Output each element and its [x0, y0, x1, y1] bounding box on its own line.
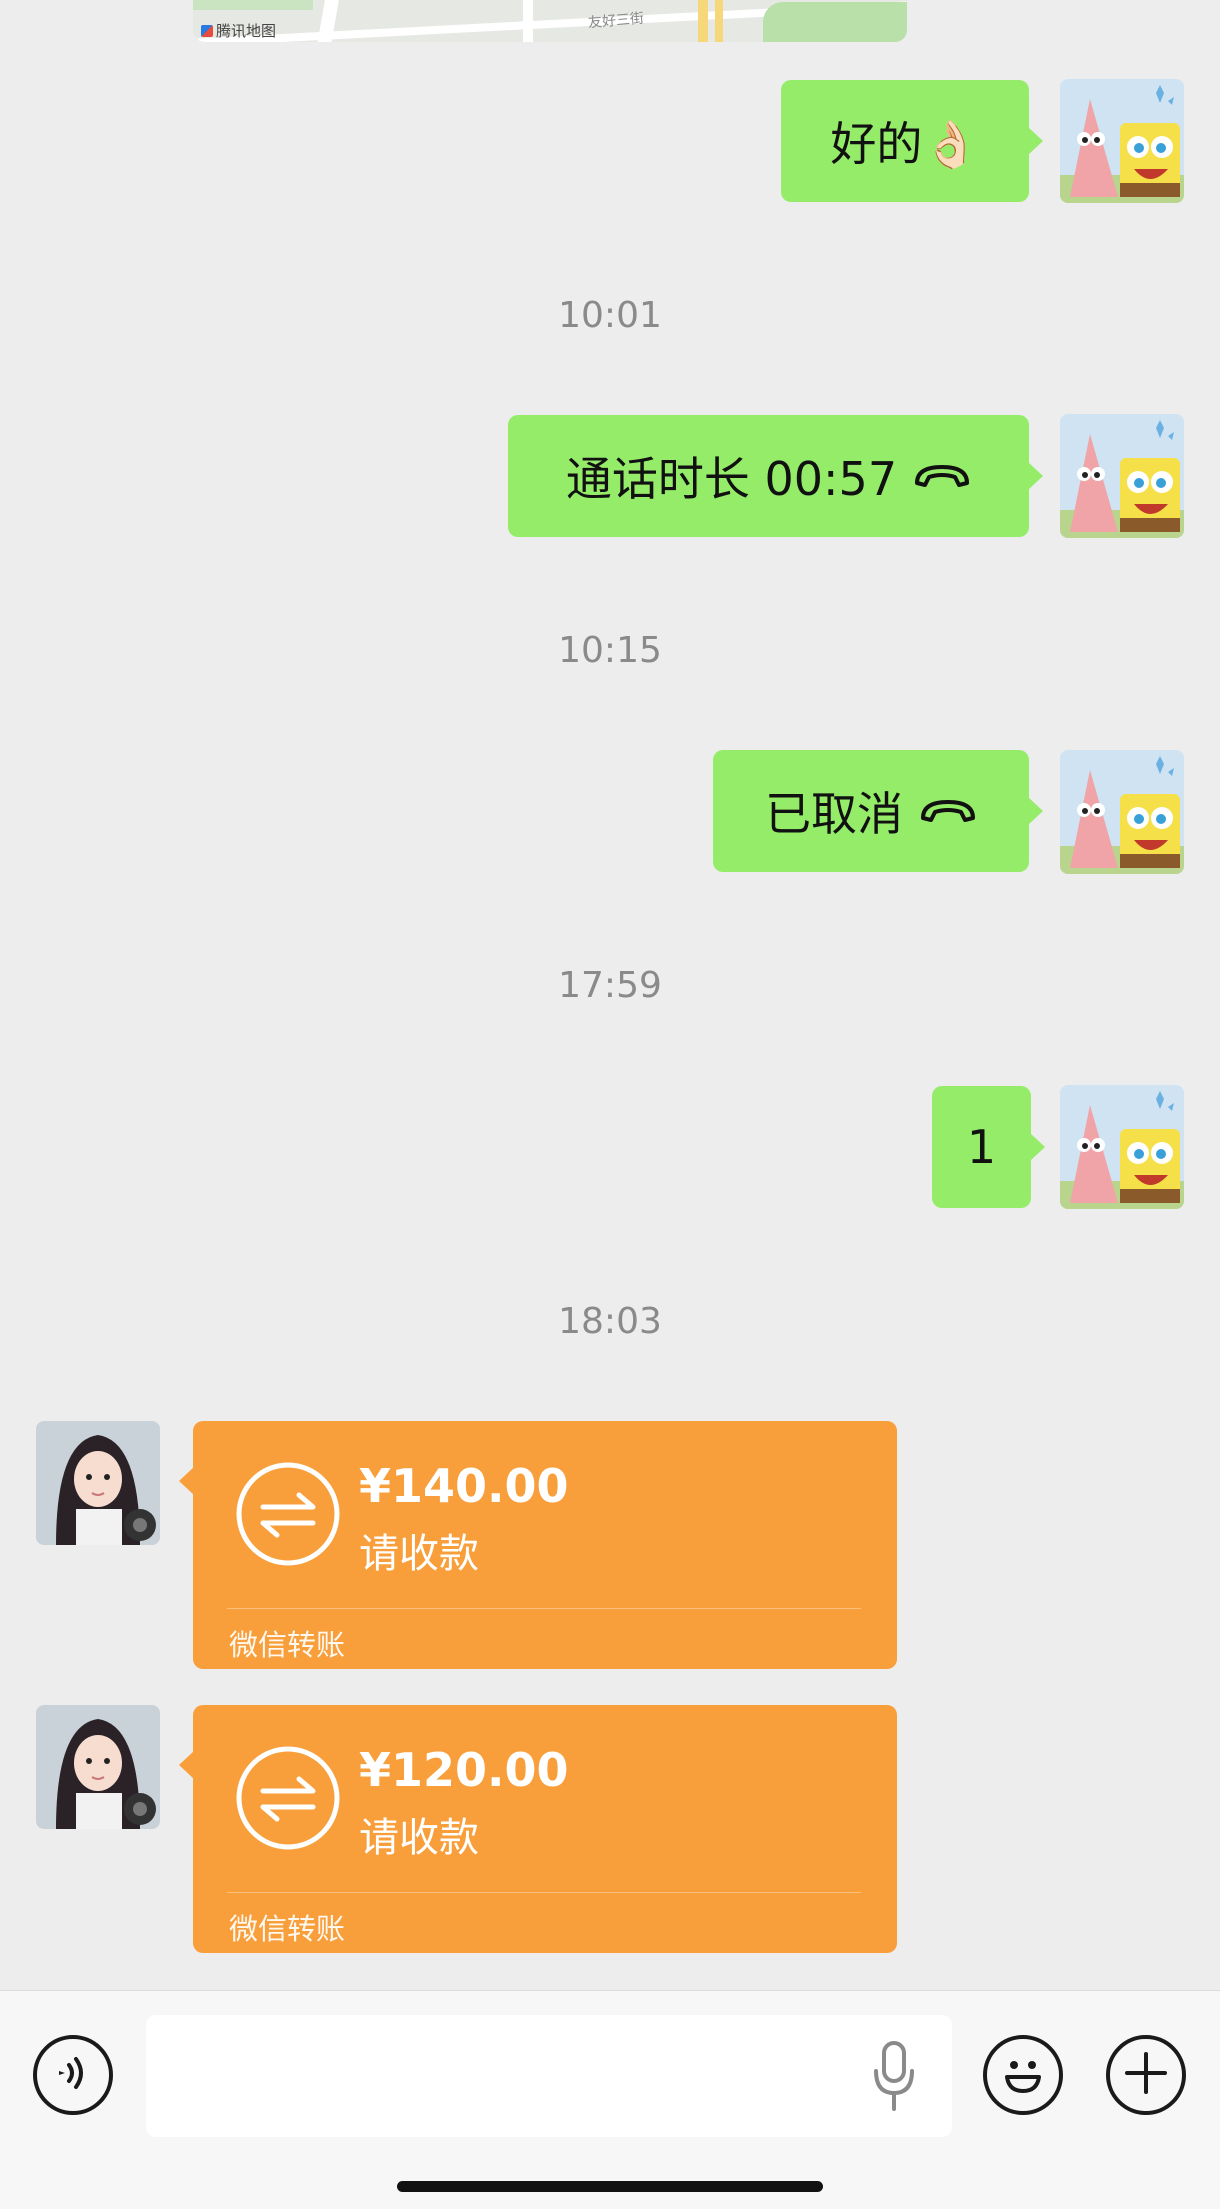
my-avatar[interactable]: [1060, 414, 1184, 538]
girl-avatar-image: [36, 1705, 160, 1829]
voice-toggle-button[interactable]: [33, 2035, 113, 2115]
contact-avatar[interactable]: [36, 1421, 160, 1545]
phone-hangup-icon: [913, 461, 971, 491]
call-cancelled-text: 已取消: [765, 787, 903, 841]
message-text: 好的👌🏻: [830, 117, 980, 171]
map-provider-logo: 腾讯地图: [201, 20, 276, 41]
transfer-amount: ¥140.00: [359, 1459, 569, 1513]
message-timestamp: 10:15: [558, 630, 662, 671]
my-avatar[interactable]: [1060, 79, 1184, 203]
map-street-label: 友好三街: [587, 10, 645, 32]
map-provider-label: 腾讯地图: [216, 22, 277, 40]
girl-avatar-image: [36, 1421, 160, 1545]
transfer-status: 请收款: [359, 1815, 479, 1861]
emoji-button[interactable]: [983, 2035, 1063, 2115]
patrick-spongebob-avatar-image: [1060, 1085, 1184, 1209]
plus-icon: [1123, 2050, 1169, 2100]
outgoing-message-bubble[interactable]: 好的👌🏻: [781, 80, 1043, 202]
transfer-brand-label: 微信转账: [229, 1628, 346, 1662]
call-duration-text: 通话时长 00:57: [565, 452, 898, 506]
patrick-spongebob-avatar-image: [1060, 750, 1184, 874]
my-avatar[interactable]: [1060, 750, 1184, 874]
card-divider: [227, 1892, 861, 1893]
voice-icon: [51, 2051, 95, 2099]
message-text: 1: [966, 1120, 997, 1174]
transfer-arrows-icon: [235, 1461, 341, 1571]
wechat-transfer-card[interactable]: ¥140.00 请收款 微信转账: [179, 1421, 897, 1669]
transfer-status: 请收款: [359, 1531, 479, 1577]
outgoing-message-bubble[interactable]: 1: [932, 1086, 1045, 1208]
ok-hand-emoji: 👌🏻: [922, 117, 980, 171]
patrick-spongebob-avatar-image: [1060, 414, 1184, 538]
chat-input-bar: [0, 1990, 1220, 2209]
transfer-brand-label: 微信转账: [229, 1912, 346, 1946]
contact-avatar[interactable]: [36, 1705, 160, 1829]
message-timestamp: 18:03: [558, 1301, 662, 1342]
message-input[interactable]: [146, 2015, 952, 2137]
location-map-card[interactable]: 腾讯地图 友好三街: [193, 0, 907, 42]
card-divider: [227, 1608, 861, 1609]
message-timestamp: 10:01: [558, 295, 662, 336]
call-record-bubble[interactable]: 通话时长 00:57: [508, 415, 1043, 537]
patrick-spongebob-avatar-image: [1060, 79, 1184, 203]
call-record-bubble[interactable]: 已取消: [713, 750, 1043, 872]
phone-hangup-icon: [919, 796, 977, 826]
microphone-icon[interactable]: [870, 2039, 918, 2119]
wechat-transfer-card[interactable]: ¥120.00 请收款 微信转账: [179, 1705, 897, 1953]
message-timestamp: 17:59: [558, 965, 662, 1006]
emoji-icon: [993, 2043, 1053, 2107]
map-logo-icon: [201, 24, 213, 37]
more-actions-button[interactable]: [1106, 2035, 1186, 2115]
home-indicator[interactable]: [397, 2181, 823, 2192]
transfer-amount: ¥120.00: [359, 1743, 569, 1797]
my-avatar[interactable]: [1060, 1085, 1184, 1209]
transfer-arrows-icon: [235, 1745, 341, 1855]
